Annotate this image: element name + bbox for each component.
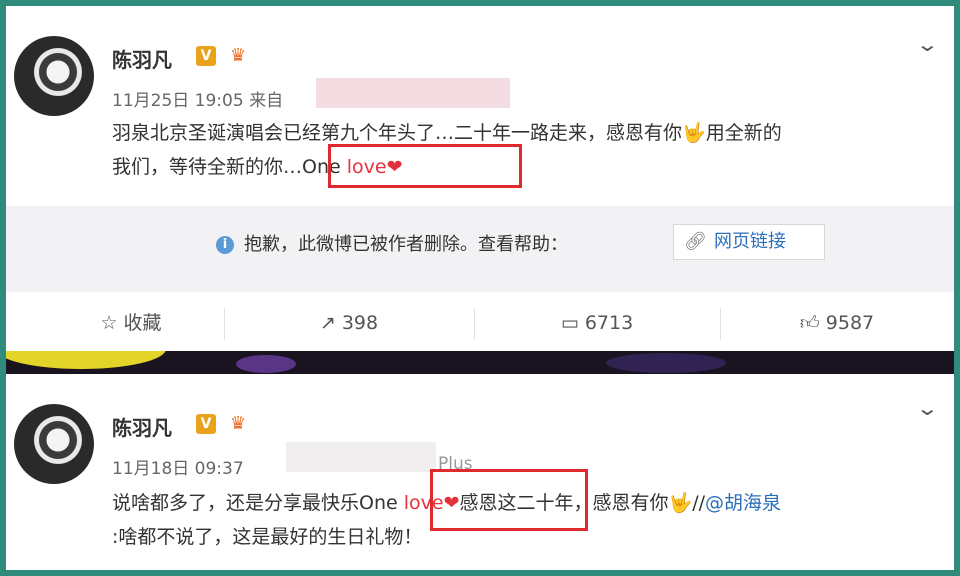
repost-icon: ↗ xyxy=(319,312,336,334)
comment-button[interactable]: ▭ 6713 xyxy=(474,296,720,351)
author-name[interactable]: 陈羽凡 xyxy=(112,44,172,73)
post-text-line2: :啥都不说了，这是最好的生日礼物！ xyxy=(112,526,423,548)
red-highlight-box xyxy=(328,144,522,188)
comment-count: 6713 xyxy=(584,312,634,334)
post-text-line1: 说啥都多了，还是分享最快乐 xyxy=(112,492,360,514)
post-text: 羽泉北京圣诞演唱会已经第九个年头了…二十年一路走来，感恩有你🤟用全新的 我们，等… xyxy=(112,116,947,184)
blurred-source xyxy=(316,78,510,108)
verified-badge: V xyxy=(196,414,216,434)
screenshot-frame: 陈羽凡 V ♛ ⌄ 11月25日 19:05 来自 羽泉北京圣诞演唱会已经第九个… xyxy=(6,6,954,570)
repost-button[interactable]: ↗ 398 xyxy=(224,296,474,351)
stage-light xyxy=(236,355,296,373)
stage-light xyxy=(6,351,166,369)
post-meta: 11月25日 19:05 来自 xyxy=(112,86,283,111)
post-text-line2: 我们，等待全新的你… xyxy=(112,156,303,178)
chevron-down-icon[interactable]: ⌄ xyxy=(916,32,939,56)
author-name[interactable]: 陈羽凡 xyxy=(112,412,172,441)
web-link-button[interactable]: 🔗︎ 网页链接 xyxy=(673,224,825,260)
deleted-notice-text: 抱歉，此微博已被作者删除。查看帮助： xyxy=(244,234,568,255)
info-icon: i xyxy=(216,236,234,254)
post-time[interactable]: 11月18日 09:37 xyxy=(112,459,244,479)
repost-count: 398 xyxy=(341,312,379,334)
rock-hand-emoji-icon: 🤟 xyxy=(682,122,706,144)
post-source-prefix: 来自 xyxy=(249,91,284,111)
crown-icon: ♛ xyxy=(230,413,247,434)
verified-badge: V xyxy=(196,46,216,66)
photo-strip xyxy=(6,351,954,374)
like-count: 9587 xyxy=(825,312,875,334)
crown-icon: ♛ xyxy=(230,45,247,66)
post-text-line1-tail: 用全新的 xyxy=(705,122,782,144)
post-time[interactable]: 11月25日 19:05 xyxy=(112,91,244,111)
star-icon: ☆ xyxy=(100,312,118,334)
link-icon: 🔗︎ xyxy=(684,231,707,252)
like-button[interactable]: 👍︎ 9587 xyxy=(720,296,954,351)
comment-icon: ▭ xyxy=(560,312,579,334)
deleted-repost-box: i 抱歉，此微博已被作者删除。查看帮助： 🔗︎ 网页链接 xyxy=(6,206,954,292)
weibo-post-1: 陈羽凡 V ♛ ⌄ 11月25日 19:05 来自 羽泉北京圣诞演唱会已经第九个… xyxy=(6,6,954,351)
thumbs-up-icon: 👍︎ xyxy=(799,312,820,334)
weibo-post-2: 陈羽凡 V ♛ ⌄ 11月18日 09:37 Plus 说啥都多了，还是分享最快… xyxy=(6,374,954,570)
action-bar: ☆ 收藏 ↗ 398 ▭ 6713 👍︎ 9587 xyxy=(6,296,954,351)
rock-hand-emoji-icon: 🤟 xyxy=(668,492,693,514)
favorite-button[interactable]: ☆ 收藏 xyxy=(36,296,226,351)
mention-link[interactable]: @胡海泉 xyxy=(705,492,781,514)
mention-prefix: // xyxy=(692,492,706,514)
favorite-label: 收藏 xyxy=(123,312,162,334)
blurred-source xyxy=(286,442,436,472)
stage-light xyxy=(606,353,726,373)
avatar[interactable] xyxy=(14,404,94,484)
red-highlight-box xyxy=(430,469,588,531)
web-link-label: 网页链接 xyxy=(714,231,786,252)
post-text-line1: 羽泉北京圣诞演唱会已经第九个年头了…二十年一路走来，感恩有你 xyxy=(112,122,683,144)
post-meta: 11月18日 09:37 xyxy=(112,454,244,479)
deleted-notice: i 抱歉，此微博已被作者删除。查看帮助： xyxy=(216,230,568,260)
chevron-down-icon[interactable]: ⌄ xyxy=(916,396,939,420)
avatar[interactable] xyxy=(14,36,94,116)
one-text: One xyxy=(359,492,404,514)
